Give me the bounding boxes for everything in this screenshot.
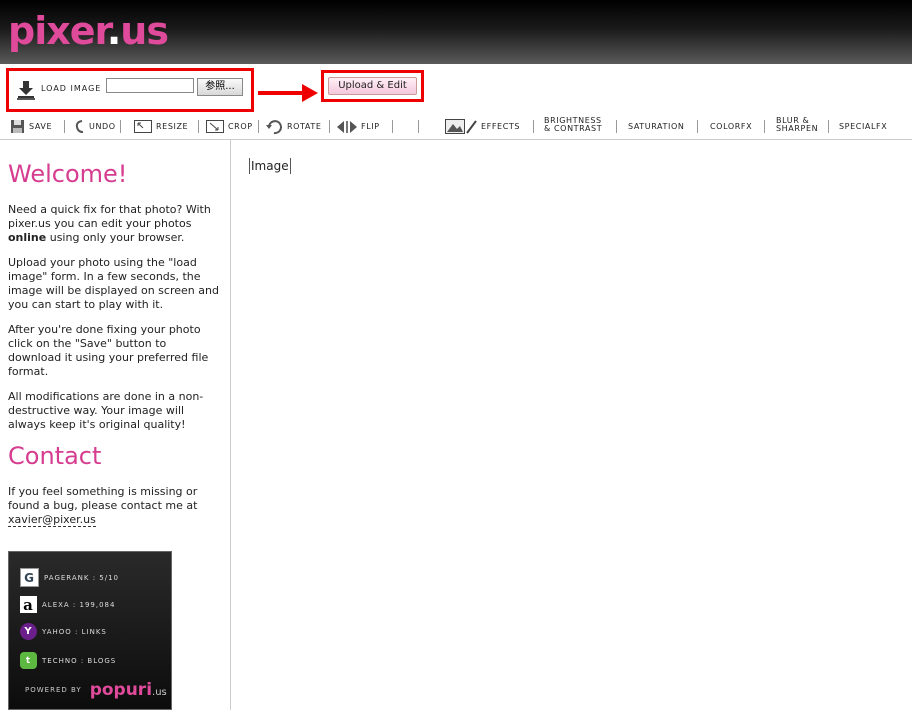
resize-label: RESIZE — [156, 122, 189, 131]
colorfx-label: COLORFX — [710, 122, 753, 131]
brightness-contrast-tool[interactable]: BRIGHTNESS & CONTRAST — [544, 117, 602, 133]
techno-text: TECHNO : BLOGS — [42, 656, 117, 665]
toolbar-divider — [198, 120, 199, 133]
toolbar-divider — [64, 120, 65, 133]
toolbar-divider — [258, 120, 259, 133]
save-paragraph: After you're done fixing your photo clic… — [8, 323, 209, 378]
load-image-label: LOAD IMAGE — [41, 84, 102, 93]
intro-paragraph: Need a quick fix for that photo? With pi… — [8, 203, 222, 245]
upload-edit-button[interactable]: Upload & Edit — [328, 77, 417, 95]
technorati-icon: t — [20, 652, 37, 669]
intro-text-end: using only your browser. — [46, 231, 185, 244]
alexa-row: a ALEXA : 199,084 — [20, 596, 116, 614]
contact-text: If you feel something is missing or foun… — [8, 485, 198, 512]
load-image-bar: LOAD IMAGE 参照... — [0, 64, 912, 115]
saturation-tool[interactable]: SATURATION — [628, 118, 684, 135]
crop-icon — [206, 120, 224, 133]
powered-by: POWERED BY popuri.us — [25, 680, 167, 700]
contact-heading: Contact — [8, 442, 102, 470]
rotate-label: ROTATE — [287, 122, 322, 131]
effects-tool[interactable]: EFFECTS — [445, 118, 520, 135]
toolbar-divider — [392, 120, 393, 133]
download-icon — [17, 81, 35, 100]
sharpen-label: SHARPEN — [776, 124, 819, 133]
popuri-logo: popuri.us — [90, 680, 167, 700]
email-link[interactable]: xavier@pixer.us — [8, 513, 96, 527]
upload-highlight: Upload & Edit — [321, 70, 424, 102]
intro-bold: online — [8, 231, 47, 244]
logo-dot: . — [106, 9, 121, 53]
effects-icon — [445, 119, 477, 134]
yahoo-icon: Y — [20, 623, 37, 640]
intro-text: Need a quick fix for that photo? With pi… — [8, 203, 211, 230]
arrow-right-icon — [258, 84, 318, 102]
quality-paragraph: All modifications are done in a non-dest… — [8, 390, 204, 431]
floppy-icon — [11, 120, 24, 133]
toolbar-divider — [120, 120, 121, 133]
popuri-tld: .us — [152, 687, 167, 698]
save-label: SAVE — [29, 122, 53, 131]
pagerank-row: G PAGERANK : 5/10 — [20, 568, 119, 587]
sidebar: Welcome! Need a quick fix for that photo… — [0, 140, 231, 710]
flip-icon — [337, 120, 357, 133]
edit-toolbar: SAVE UNDO RESIZE CROP ROTATE FLIP EFFECT… — [0, 114, 912, 140]
toolbar-divider — [533, 120, 534, 133]
alexa-text: ALEXA : 199,084 — [42, 600, 116, 609]
welcome-heading: Welcome! — [8, 160, 128, 188]
crop-tool[interactable]: CROP — [206, 118, 253, 135]
toolbar-divider — [329, 120, 330, 133]
undo-tool[interactable]: UNDO — [75, 118, 116, 135]
specialfx-label: SPECIALFX — [839, 122, 888, 131]
flip-label: FLIP — [361, 122, 380, 131]
undo-label: UNDO — [89, 122, 116, 131]
rotate-icon — [266, 119, 282, 134]
pagerank-text: PAGERANK : 5/10 — [44, 573, 120, 582]
logo-text: pixer — [8, 9, 108, 53]
toolbar-divider — [418, 120, 419, 133]
popuri-text: popuri — [89, 680, 153, 700]
yahoo-text: YAHOO : LINKS — [42, 627, 107, 636]
resize-icon — [134, 120, 152, 133]
file-path-input[interactable] — [106, 78, 194, 93]
upload-paragraph: Upload your photo using the "load image"… — [8, 256, 219, 311]
save-tool[interactable]: SAVE — [10, 118, 52, 135]
specialfx-tool[interactable]: SPECIALFX — [839, 118, 887, 135]
header: pixer.us — [0, 0, 912, 64]
flip-tool[interactable]: FLIP — [337, 118, 380, 135]
powered-by-text: POWERED BY — [25, 686, 82, 694]
alexa-icon: a — [20, 596, 37, 614]
browse-button[interactable]: 参照... — [197, 78, 243, 96]
toolbar-divider — [697, 120, 698, 133]
pixer-logo[interactable]: pixer.us — [8, 8, 169, 54]
toolbar-divider — [764, 120, 765, 133]
image-placeholder: Image — [249, 158, 291, 174]
logo-tld: us — [120, 9, 169, 53]
blur-sharpen-tool[interactable]: BLUR & SHARPEN — [776, 117, 818, 133]
popuri-badge[interactable]: G PAGERANK : 5/10 a ALEXA : 199,084 Y YA… — [8, 551, 172, 710]
toolbar-divider — [616, 120, 617, 133]
resize-tool[interactable]: RESIZE — [134, 118, 188, 135]
techno-row: t TECHNO : BLOGS — [20, 652, 116, 669]
contrast-label: & CONTRAST — [544, 124, 603, 133]
saturation-label: SATURATION — [628, 122, 685, 131]
undo-icon — [75, 120, 84, 133]
rotate-tool[interactable]: ROTATE — [266, 118, 322, 135]
google-icon: G — [20, 568, 39, 587]
toolbar-divider — [828, 120, 829, 133]
effects-label: EFFECTS — [481, 122, 521, 131]
yahoo-row: Y YAHOO : LINKS — [20, 623, 107, 640]
colorfx-tool[interactable]: COLORFX — [710, 118, 752, 135]
load-image-form: LOAD IMAGE 参照... — [6, 68, 254, 112]
contact-paragraph: If you feel something is missing or foun… — [8, 485, 222, 527]
crop-label: CROP — [228, 122, 253, 131]
